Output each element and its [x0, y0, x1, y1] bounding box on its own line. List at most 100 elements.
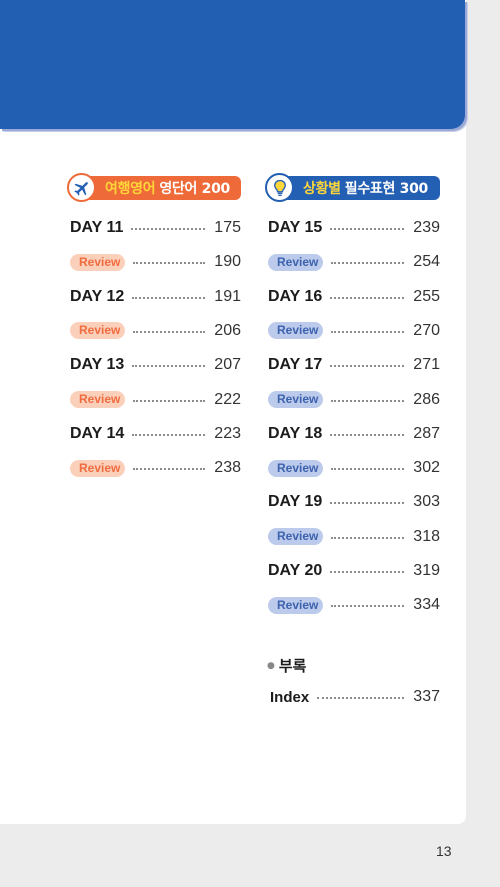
dot-leader [132, 365, 205, 368]
review-badge: Review [70, 459, 125, 477]
dot-leader [131, 228, 205, 230]
page-ref: 175 [214, 219, 241, 236]
page-ref: 207 [214, 356, 241, 374]
section-title-bar: 여행영어 영단어 200 [79, 176, 241, 200]
section-title-bar: 상황별 필수표현 300 [277, 176, 440, 200]
page-ref: 206 [214, 321, 241, 339]
toc-entry-day[interactable]: DAY 15 239 [265, 218, 440, 238]
day-label: DAY 15 [268, 219, 323, 236]
page-ref: 191 [214, 287, 241, 305]
toc-entry-review[interactable]: Review 334 [265, 595, 440, 615]
toc-entry-review[interactable]: Review 190 [67, 252, 241, 272]
day-label: DAY 12 [70, 287, 125, 305]
toc-column-situational-expressions: 상황별 필수표현 300 DAY 15 239 Review 254 DAY 16 255… [265, 173, 440, 614]
day-label: DAY 16 [268, 287, 323, 305]
dot-leader [331, 330, 404, 333]
toc-entry-index[interactable]: Index 337 [267, 687, 440, 707]
toc-entry-day[interactable]: DAY 11 175 [67, 218, 241, 238]
section-header-situational-expressions: 상황별 필수표현 300 [265, 173, 440, 202]
dot-leader [132, 433, 205, 436]
review-badge: Review [70, 322, 125, 340]
section-header-travel-english: 여행영어 영단어 200 [67, 173, 241, 202]
page-ref: 319 [413, 562, 440, 579]
airplane-icon [67, 173, 96, 202]
dot-leader [133, 262, 205, 265]
page-ref: 190 [214, 253, 241, 271]
day-label: DAY 11 [70, 219, 124, 236]
section-title-rest: 필수표현 300 [344, 181, 429, 197]
dot-leader [330, 502, 404, 505]
toc-entry-review[interactable]: Review 222 [67, 390, 241, 410]
dot-leader [317, 697, 404, 699]
index-label: Index [270, 688, 310, 706]
page-ref: 270 [413, 321, 440, 339]
toc-entry-day[interactable]: DAY 17 271 [265, 355, 440, 375]
page-ref: 222 [214, 390, 241, 408]
lightbulb-icon [265, 173, 294, 202]
toc-entry-review[interactable]: Review 254 [265, 252, 440, 272]
dot-leader [330, 433, 404, 436]
toc-entry-day[interactable]: DAY 20 319 [265, 561, 440, 581]
review-badge: Review [268, 322, 323, 340]
appendix-heading: ● 부록 [267, 655, 306, 676]
dot-leader [330, 296, 404, 299]
toc-entry-review[interactable]: Review 286 [265, 390, 440, 410]
review-badge: Review [268, 253, 323, 271]
dot-leader [331, 399, 404, 402]
review-badge: Review [268, 459, 323, 477]
toc-entry-day[interactable]: DAY 13 207 [67, 355, 241, 375]
toc-entry-day[interactable]: DAY 14 223 [67, 424, 241, 444]
dot-leader [330, 571, 404, 573]
dot-leader [133, 399, 205, 402]
toc-entry-day[interactable]: DAY 12 191 [67, 287, 241, 307]
toc-entry-day[interactable]: DAY 18 287 [265, 424, 440, 444]
page-ref: 254 [413, 253, 440, 271]
toc-column-travel-english: 여행영어 영단어 200 DAY 11 175 Review 190 DAY 12 191… [67, 173, 241, 477]
dot-leader [331, 468, 404, 471]
page-ref: 223 [214, 424, 241, 442]
dot-leader [330, 228, 404, 230]
toc-entry-day[interactable]: DAY 16 255 [265, 287, 440, 307]
day-label: DAY 20 [268, 562, 323, 579]
toc-entry-review[interactable]: Review 302 [265, 458, 440, 478]
review-badge: Review [70, 391, 125, 408]
review-badge: Review [70, 253, 125, 271]
page-ref: 337 [413, 688, 440, 705]
page-ref: 271 [413, 356, 440, 374]
toc-entry-review[interactable]: Review 318 [265, 527, 440, 547]
toc-entry-review[interactable]: Review 270 [265, 321, 440, 341]
page-ref: 255 [413, 287, 440, 305]
header-banner [0, 0, 465, 129]
day-label: DAY 19 [268, 493, 323, 511]
toc-entry-review[interactable]: Review 206 [67, 321, 241, 341]
appendix-title: 부록 [278, 657, 307, 675]
page-number: 13 [436, 843, 452, 859]
page-ref: 286 [413, 390, 440, 408]
page-ref: 302 [413, 459, 440, 477]
page-ref: 318 [413, 527, 440, 545]
dot-leader [133, 468, 205, 471]
section-title-highlight: 여행영어 [105, 181, 156, 197]
dot-leader [133, 330, 205, 333]
dot-leader [331, 262, 404, 265]
page-ref: 303 [413, 493, 440, 511]
section-title-rest: 영단어 200 [159, 181, 230, 197]
dot-leader [132, 296, 205, 299]
dot-leader [331, 605, 404, 608]
dot-leader [331, 536, 404, 539]
review-badge: Review [268, 528, 323, 546]
page-ref: 238 [214, 459, 241, 477]
page-ref: 239 [413, 219, 440, 236]
bullet-icon: ● [267, 660, 275, 671]
page-ref: 287 [413, 424, 440, 442]
dot-leader [330, 365, 404, 368]
toc-entry-review[interactable]: Review 238 [67, 458, 241, 478]
page-ref: 334 [413, 596, 440, 614]
day-label: DAY 18 [268, 424, 323, 442]
review-badge: Review [268, 391, 323, 408]
review-badge: Review [268, 596, 323, 614]
toc-entry-day[interactable]: DAY 19 303 [265, 492, 440, 512]
day-label: DAY 14 [70, 424, 125, 442]
section-title-highlight: 상황별 [303, 181, 341, 197]
day-label: DAY 17 [268, 356, 323, 374]
